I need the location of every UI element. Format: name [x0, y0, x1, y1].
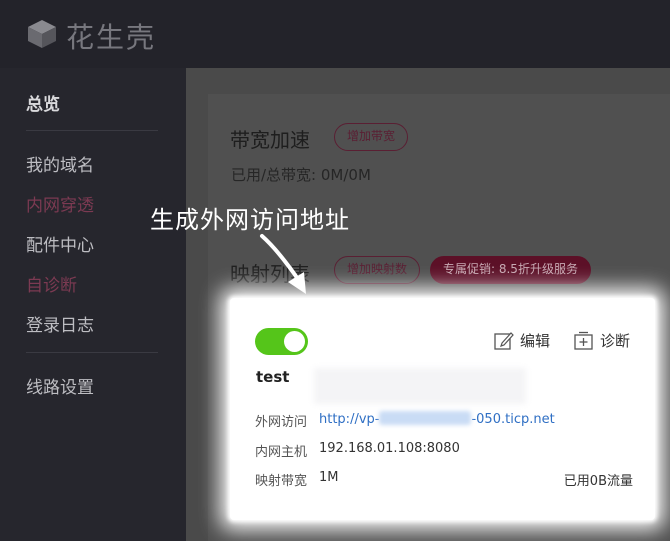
diagnose-icon [574, 331, 593, 350]
external-access-label: 外网访问 [255, 415, 308, 430]
mapping-bandwidth-value: 1M [319, 470, 339, 485]
sidebar-item-accessories[interactable]: 配件中心 [26, 231, 94, 256]
bandwidth-usage: 已用/总带宽: 0M/0M [231, 164, 371, 185]
bandwidth-usage-label: 已用/总带宽: [231, 166, 317, 184]
sidebar-item-self-diagnosis[interactable]: 自诊断 [26, 271, 77, 296]
mapping-bandwidth-label: 映射带宽 [255, 474, 308, 489]
mapping-name: test [256, 368, 290, 386]
redacted-area [314, 368, 526, 404]
logo-text[interactable]: 花生壳 [66, 16, 156, 56]
top-bar: 花生壳 [0, 0, 670, 68]
sidebar-item-intranet[interactable]: 内网穿透 [26, 191, 94, 216]
bandwidth-title: 带宽加速 [230, 128, 310, 152]
internal-host-label: 内网主机 [255, 445, 308, 460]
bandwidth-usage-value: 0M/0M [320, 166, 371, 184]
enable-toggle[interactable] [255, 328, 308, 355]
sidebar-divider [26, 352, 158, 353]
sidebar-item-line-settings[interactable]: 线路设置 [26, 373, 94, 398]
cube-logo-icon [28, 20, 56, 48]
sidebar-item-login-log[interactable]: 登录日志 [26, 311, 94, 336]
add-bandwidth-button[interactable]: 增加带宽 [334, 123, 409, 151]
external-url-link[interactable]: http://vp- -050.ticp.net [319, 411, 555, 427]
internal-host-value: 192.168.01.108:8080 [319, 441, 460, 456]
promo-button[interactable]: 专属促销: 8.5折升级服务 [430, 256, 591, 284]
edit-button[interactable]: 编辑 [494, 330, 550, 351]
sidebar: 总览 我的域名 内网穿透 配件中心 自诊断 登录日志 线路设置 [0, 68, 186, 541]
external-url-suffix: -050.ticp.net [471, 412, 555, 427]
diagnose-button[interactable]: 诊断 [574, 330, 630, 351]
diagnose-label: 诊断 [600, 332, 631, 350]
sidebar-item-my-domains[interactable]: 我的域名 [26, 151, 94, 176]
sidebar-divider [26, 130, 158, 131]
edit-label: 编辑 [520, 332, 551, 350]
toggle-knob [284, 331, 305, 352]
redacted-url-part [379, 411, 472, 425]
add-mapping-button[interactable]: 增加映射数 [334, 256, 421, 284]
mapping-list-title: 映射列表 [230, 262, 310, 286]
edit-icon [494, 331, 514, 350]
callout-text: 生成外网访问地址 [150, 206, 350, 234]
sidebar-item-overview[interactable]: 总览 [26, 90, 60, 115]
mapping-card: 编辑 诊断 test 外网访问 http://vp- -050.ticp.net … [230, 298, 655, 520]
traffic-used-value: 已用0B流量 [563, 474, 633, 489]
external-url-prefix: http://vp- [319, 412, 380, 427]
